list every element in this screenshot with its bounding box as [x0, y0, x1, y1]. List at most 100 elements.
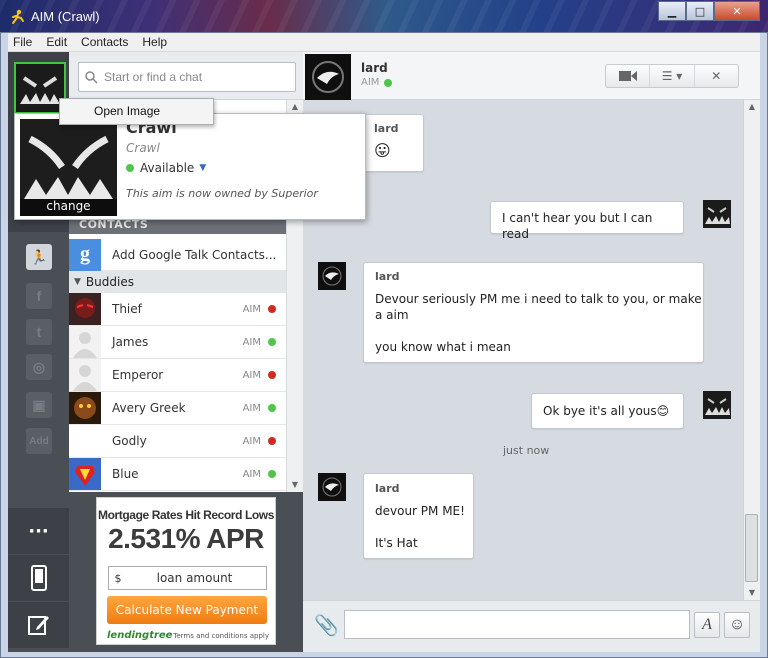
message-input[interactable] [344, 610, 690, 639]
collapse-arrow-icon: ▼ [74, 277, 81, 287]
message-text: you know what i mean [375, 340, 511, 354]
text-format-button[interactable]: A [694, 612, 720, 638]
my-thumb-avatar [703, 391, 731, 419]
mobile-button[interactable] [8, 555, 69, 601]
buddy-row[interactable]: Godly AIM [69, 425, 286, 458]
buddy-avatar [69, 425, 101, 457]
compose-button[interactable] [8, 602, 69, 648]
buddy-service: AIM [242, 435, 261, 447]
ad-apr: 2.531% APR [108, 523, 264, 554]
search-placeholder: Start or find a chat [104, 70, 203, 84]
superman-avatar-icon [69, 458, 101, 490]
scroll-thumb[interactable] [745, 514, 758, 582]
ad-headline: Mortgage Rates Hit Record Lows [97, 508, 275, 522]
my-thumb-avatar [703, 200, 731, 228]
profile-subname: Crawl [126, 141, 160, 155]
message-bubble: Ok bye it's all yous😊 [531, 393, 684, 429]
close-chat-button[interactable]: ✕ [695, 65, 738, 87]
buddy-name: Emperor [112, 368, 164, 382]
chat-service-status: AIM [361, 77, 393, 88]
scroll-up-icon[interactable]: ▲ [744, 102, 760, 111]
status-label: Available [140, 161, 195, 175]
message-text: a aim [375, 308, 409, 322]
buddy-name: Godly [112, 434, 147, 448]
profile-avatar[interactable]: change [20, 119, 117, 216]
profile-status-message[interactable]: This aim is now owned by Superior [126, 187, 318, 200]
buddy-name: Avery Greek [112, 401, 186, 415]
title-bar[interactable]: AIM (Crawl) ▁ □ ✕ [0, 0, 768, 32]
instagram-rail-icon[interactable]: ◎ [26, 354, 52, 380]
buddy-service: AIM [242, 303, 261, 315]
message-text [375, 519, 473, 535]
scroll-up-icon[interactable]: ▲ [287, 102, 303, 111]
more-options-button[interactable]: ··· [8, 508, 69, 554]
message-sender: lard [375, 482, 400, 495]
message-text: It's Hat [375, 536, 418, 550]
twitter-rail-icon[interactable]: t [26, 319, 52, 345]
video-call-button[interactable] [606, 65, 651, 87]
currency-symbol: $ [114, 571, 122, 585]
compose-icon [27, 616, 49, 635]
open-image-menu-item[interactable]: Open Image [59, 98, 214, 125]
menu-file[interactable]: File [13, 35, 32, 49]
message-text: 😛 [374, 141, 391, 160]
menu-help[interactable]: Help [142, 35, 167, 49]
buddy-row[interactable]: Blue AIM [69, 458, 286, 491]
mortgage-ad[interactable]: Mortgage Rates Hit Record Lows 2.531% AP… [96, 497, 276, 645]
chat-service: AIM [361, 77, 380, 88]
status-dot [268, 305, 276, 313]
list-menu-icon: ☰ ▾ [661, 69, 683, 83]
chat-buddy-name: lard [361, 61, 388, 75]
message-text [375, 323, 703, 339]
add-google-contacts-label: Add Google Talk Contacts... [112, 247, 277, 262]
scroll-down-icon[interactable]: ▼ [744, 588, 760, 597]
close-window-button[interactable]: ✕ [714, 1, 760, 21]
chat-menu-button[interactable]: ☰ ▾ [650, 65, 695, 87]
buddy-row[interactable]: Avery Greek AIM [69, 392, 286, 425]
menu-edit[interactable]: Edit [46, 35, 67, 49]
ad-terms[interactable]: Terms and conditions apply [173, 632, 269, 640]
search-input[interactable]: Start or find a chat [78, 62, 296, 92]
buddies-group-header[interactable]: ▼ Buddies [69, 271, 286, 293]
buddy-avatar [69, 293, 101, 325]
add-account-rail-icon[interactable]: Add [26, 428, 52, 454]
scroll-down-icon[interactable]: ▼ [287, 480, 303, 489]
buddy-row[interactable]: James AIM [69, 326, 286, 359]
status-selector[interactable]: Available ▼ [126, 161, 206, 175]
image-rail-icon[interactable]: ▣ [26, 392, 52, 418]
buddy-thumb-avatar [318, 473, 346, 501]
minimize-button[interactable]: ▁ [658, 1, 686, 21]
chevron-down-icon: ▼ [199, 163, 207, 173]
buddy-name: Blue [112, 467, 139, 481]
buddy-avatar[interactable] [305, 54, 351, 100]
menu-contacts[interactable]: Contacts [81, 35, 128, 49]
lendingtree-logo: lendingtree [107, 630, 173, 641]
add-google-contacts-row[interactable]: g Add Google Talk Contacts... [69, 238, 286, 271]
loan-amount-input[interactable]: $ loan amount [108, 566, 267, 590]
message-text: I can't hear you but I can read [502, 211, 653, 241]
message-text: Ok bye it's all yous😊 [543, 404, 670, 418]
calculate-payment-button[interactable]: Calculate New Payment [107, 596, 267, 624]
buddy-service: AIM [242, 402, 261, 414]
change-avatar-button[interactable]: change [20, 199, 117, 216]
message-text: Devour seriously PM me i need to talk to… [375, 292, 702, 306]
message-sender: lard [374, 122, 399, 135]
status-dot [268, 371, 276, 379]
status-dot [268, 404, 276, 412]
maximize-button[interactable]: □ [686, 1, 714, 21]
status-dot [384, 78, 393, 87]
buddy-row[interactable]: Thief AIM [69, 293, 286, 326]
message-bubble: lard 😛 [364, 114, 424, 172]
facebook-rail-icon[interactable]: f [26, 283, 52, 309]
message-bubble: lard devour PM ME! It's Hat [363, 473, 474, 559]
emoticon-button[interactable]: ☺ [724, 612, 750, 638]
default-avatar-icon [69, 326, 101, 358]
paperclip-icon[interactable]: 📎 [314, 613, 339, 637]
google-icon: g [69, 238, 101, 271]
aim-rail-icon[interactable]: 🏃 [26, 244, 52, 270]
phone-icon [30, 565, 47, 591]
group-name: Buddies [85, 275, 134, 289]
buddy-thumb-avatar [318, 262, 346, 290]
menu-bar: File Edit Contacts Help [8, 33, 760, 52]
buddy-row[interactable]: Emperor AIM [69, 359, 286, 392]
